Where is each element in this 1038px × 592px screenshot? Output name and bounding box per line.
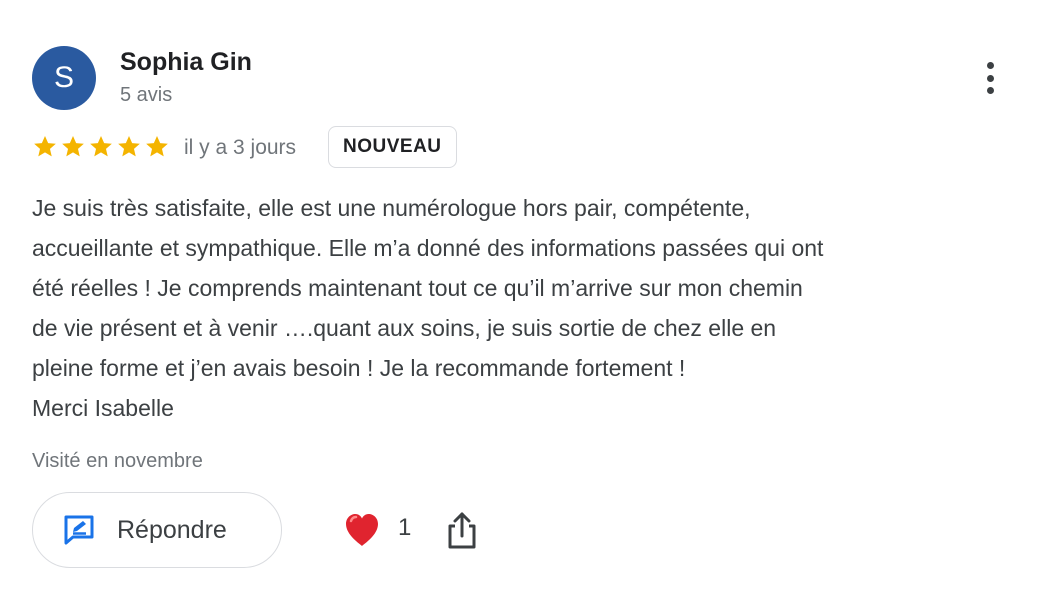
star-icon xyxy=(118,135,140,157)
review-line: pleine forme et j’en avais besoin ! Je l… xyxy=(32,355,686,381)
reply-edit-icon xyxy=(61,512,97,548)
reviewer-name[interactable]: Sophia Gin xyxy=(120,48,252,77)
heart-icon[interactable] xyxy=(342,510,382,550)
star-icon xyxy=(146,135,168,157)
review-line: de vie présent et à venir ….quant aux so… xyxy=(32,315,777,341)
share-icon[interactable] xyxy=(446,510,478,550)
more-options-icon[interactable] xyxy=(976,58,1004,98)
star-rating xyxy=(32,134,170,160)
review-line: été réelles ! Je comprends maintenant to… xyxy=(32,275,803,301)
review-count: 5 avis xyxy=(120,84,173,106)
avatar[interactable]: S xyxy=(32,46,96,110)
reply-label: Répondre xyxy=(117,515,227,544)
review-line: accueillante et sympathique. Elle m’a do… xyxy=(32,235,824,261)
star-icon xyxy=(62,135,84,157)
reply-button[interactable]: Répondre xyxy=(32,492,282,568)
new-badge: NOUVEAU xyxy=(328,126,457,168)
review-line: Merci Isabelle xyxy=(32,395,174,421)
star-icon xyxy=(34,135,56,157)
star-icon xyxy=(90,135,112,157)
visited-info: Visité en novembre xyxy=(32,450,203,472)
review-date: il y a 3 jours xyxy=(184,136,297,159)
review-text: Je suis très satisfaite, elle est une nu… xyxy=(32,188,1022,428)
avatar-initial: S xyxy=(53,61,74,94)
review-line: Je suis très satisfaite, elle est une nu… xyxy=(32,195,751,221)
like-count: 1 xyxy=(398,514,412,541)
